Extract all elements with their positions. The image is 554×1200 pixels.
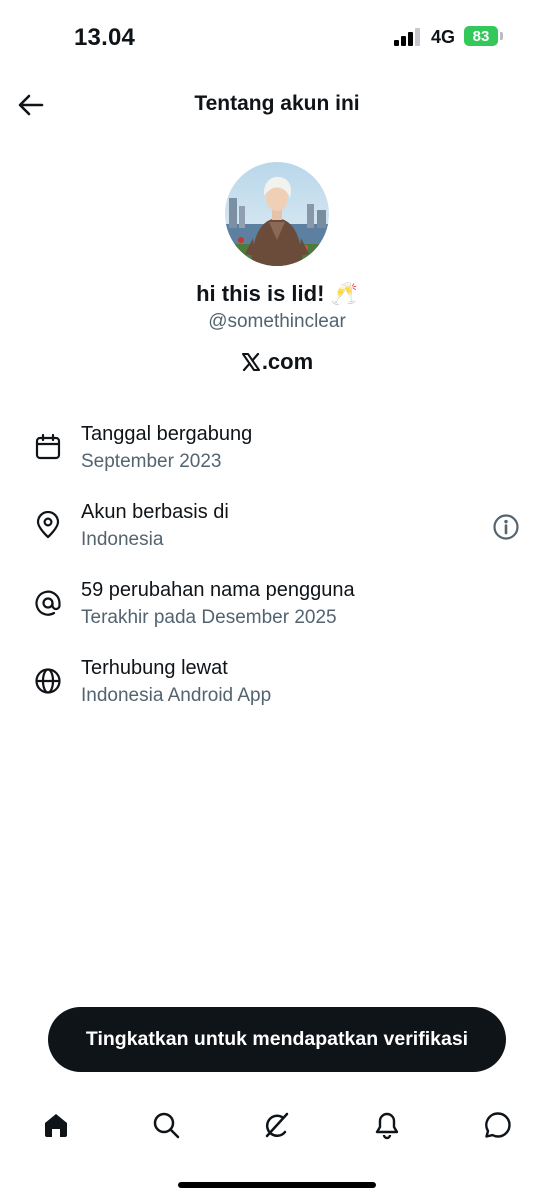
nav-home[interactable] [36,1105,76,1145]
info-joined: Tanggal bergabung September 2023 [0,420,554,498]
account-info-list: Tanggal bergabung September 2023 Akun be… [0,420,554,732]
verification-upgrade-button[interactable]: Tingkatkan untuk mendapatkan verifikasi [48,1007,506,1072]
status-bar: 13.04 4G 83 [0,0,554,76]
x-domain: .com [0,349,554,375]
info-title: 59 perubahan nama pengguna [81,579,355,601]
bottom-nav [0,1095,554,1155]
info-title: Akun berbasis di [81,501,229,523]
info-subtitle: Indonesia [81,529,164,550]
nav-notifications[interactable] [367,1105,407,1145]
info-connected-via: Terhubung lewat Indonesia Android App [0,654,554,732]
home-indicator[interactable] [178,1182,376,1188]
info-subtitle: September 2023 [81,451,222,472]
profile-photo [225,162,329,266]
page-title: Tentang akun ini [194,92,360,115]
info-subtitle: Terakhir pada Desember 2025 [81,607,337,628]
location-pin-icon [36,511,60,539]
bell-icon [375,1112,399,1140]
info-title: Terhubung lewat [81,657,228,679]
nav-messages[interactable] [478,1105,518,1145]
cell-signal-icon [394,28,420,46]
status-time: 13.04 [74,24,136,51]
avatar[interactable] [225,162,329,266]
username-handle: @somethinclear [208,311,346,332]
network-type: 4G [431,27,456,47]
header: Tentang akun ini [0,76,554,134]
globe-icon [35,668,61,694]
at-sign-icon [35,590,61,616]
x-domain-text: .com [261,349,314,374]
info-username-changes: 59 perubahan nama pengguna Terakhir pada… [0,576,554,654]
search-icon [153,1112,180,1139]
info-title: Tanggal bergabung [81,423,253,445]
info-based-in: Akun berbasis di Indonesia [0,498,554,576]
battery-icon: 83 [464,26,498,46]
info-circle-icon[interactable] [492,513,520,541]
display-name: hi this is lid! 🥂 [196,281,358,306]
nav-grok[interactable] [257,1105,297,1145]
battery-level: 83 [472,27,490,45]
home-icon [45,1114,67,1137]
battery-cap [500,32,503,40]
nav-search[interactable] [146,1105,186,1145]
grok-icon [265,1112,289,1138]
x-logo-icon [241,352,260,372]
messages-icon [485,1112,511,1138]
calendar-icon [35,433,61,460]
info-subtitle: Indonesia Android App [81,685,272,706]
